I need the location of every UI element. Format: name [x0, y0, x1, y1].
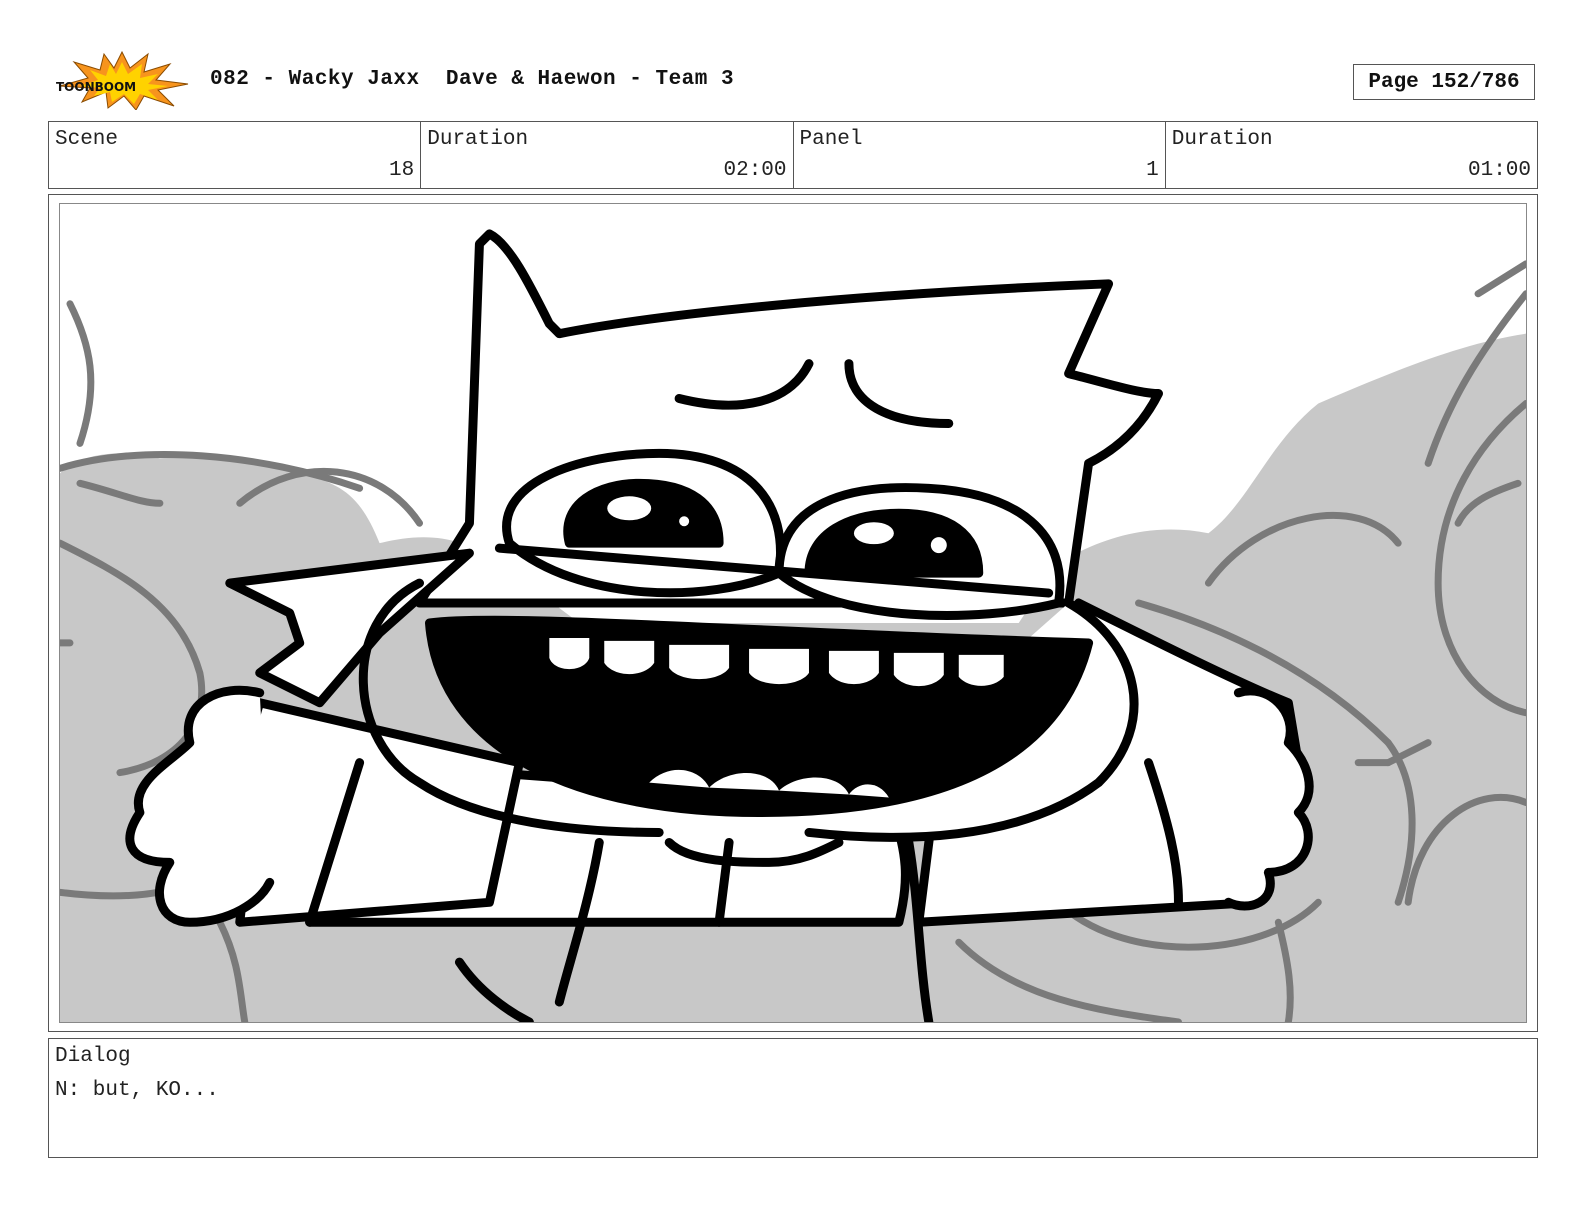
- page-number: Page 152/786: [1353, 64, 1535, 100]
- storyboard-panel-frame: [48, 194, 1538, 1032]
- scene-duration-label: Duration: [427, 128, 529, 151]
- toonboom-logo-icon: TOONBOOM: [56, 50, 189, 111]
- dialog-box: Dialog N: but, KO...: [48, 1038, 1538, 1158]
- scene-label: Scene: [55, 128, 119, 151]
- storyboard-title: 082 - Wacky Jaxx Dave & Haewon - Team 3: [210, 68, 735, 91]
- panel-info-row: Scene 18 Duration 02:00 Panel 1 Duration…: [48, 121, 1538, 189]
- panel-value: 1: [1146, 159, 1159, 182]
- panel-label: Panel: [799, 128, 863, 151]
- dialog-text: N: but, KO...: [55, 1079, 219, 1102]
- panel-cell: Panel 1: [794, 122, 1166, 188]
- storyboard-panel: [59, 203, 1527, 1023]
- panel-duration-label: Duration: [1171, 128, 1273, 151]
- character-drawing: [125, 229, 1314, 1022]
- dialog-label: Dialog: [55, 1045, 131, 1068]
- toonboom-logo: TOONBOOM: [52, 50, 190, 111]
- panel-drawing: [60, 229, 1526, 1022]
- panel-duration-cell: Duration 01:00: [1166, 122, 1537, 188]
- panel-duration-value: 01:00: [1467, 159, 1531, 182]
- logo-text: TOONBOOM: [56, 80, 136, 94]
- scene-duration-cell: Duration 02:00: [421, 122, 794, 188]
- scene-duration-value: 02:00: [723, 159, 787, 182]
- scene-value: 18: [389, 159, 415, 182]
- scene-cell: Scene 18: [49, 122, 422, 188]
